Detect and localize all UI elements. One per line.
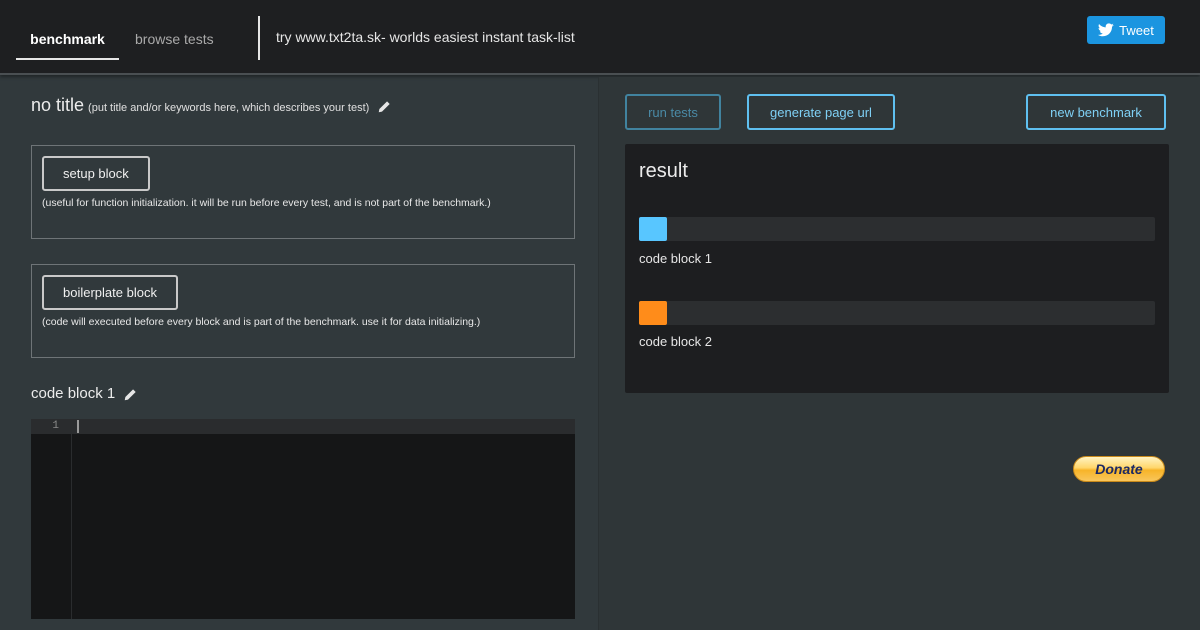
boilerplate-block-button[interactable]: boilerplate block <box>42 275 178 310</box>
code-block-title-row: code block 1 <box>31 385 137 402</box>
top-navbar: benchmark browse tests try www.txt2ta.sk… <box>0 0 1200 75</box>
pencil-icon[interactable] <box>377 100 391 114</box>
promo-link[interactable]: try www.txt2ta.sk- worlds easiest instan… <box>276 29 575 45</box>
result-bar-label: code block 2 <box>639 334 712 349</box>
boilerplate-block: boilerplate block (code will executed be… <box>31 264 575 358</box>
setup-block-description: (useful for function initialization. it … <box>42 197 491 209</box>
tab-browse-tests[interactable]: browse tests <box>135 31 214 47</box>
result-bar-track <box>639 217 1155 241</box>
boilerplate-block-description: (code will executed before every block a… <box>42 316 481 328</box>
setup-block-button[interactable]: setup block <box>42 156 150 191</box>
result-panel: result code block 1 code block 2 <box>625 144 1169 393</box>
twitter-bird-icon <box>1098 23 1114 37</box>
result-bar-track <box>639 301 1155 325</box>
tweet-label: Tweet <box>1119 22 1154 38</box>
pencil-icon[interactable] <box>123 388 137 402</box>
editor-gutter <box>31 419 72 619</box>
line-number: 1 <box>52 420 59 432</box>
donate-button[interactable]: Donate <box>1073 456 1165 482</box>
tweet-button[interactable]: Tweet <box>1087 16 1165 44</box>
text-cursor <box>77 420 79 433</box>
page-title[interactable]: no title <box>31 95 84 116</box>
setup-block: setup block (useful for function initial… <box>31 145 575 239</box>
tab-benchmark[interactable]: benchmark <box>16 31 119 60</box>
generate-page-url-button[interactable]: generate page url <box>747 94 895 130</box>
result-title: result <box>639 160 688 182</box>
new-benchmark-button[interactable]: new benchmark <box>1026 94 1166 130</box>
title-hint: (put title and/or keywords here, which d… <box>88 102 370 114</box>
nav-divider <box>258 16 260 60</box>
result-bar-fill <box>639 301 667 325</box>
test-title-row: no title (put title and/or keywords here… <box>31 95 391 116</box>
code-block-title[interactable]: code block 1 <box>31 385 115 402</box>
result-bar-fill <box>639 217 667 241</box>
code-editor[interactable]: 1 <box>31 419 575 619</box>
editor-active-line <box>31 419 575 434</box>
run-tests-button[interactable]: run tests <box>625 94 721 130</box>
result-bar-label: code block 1 <box>639 251 712 266</box>
